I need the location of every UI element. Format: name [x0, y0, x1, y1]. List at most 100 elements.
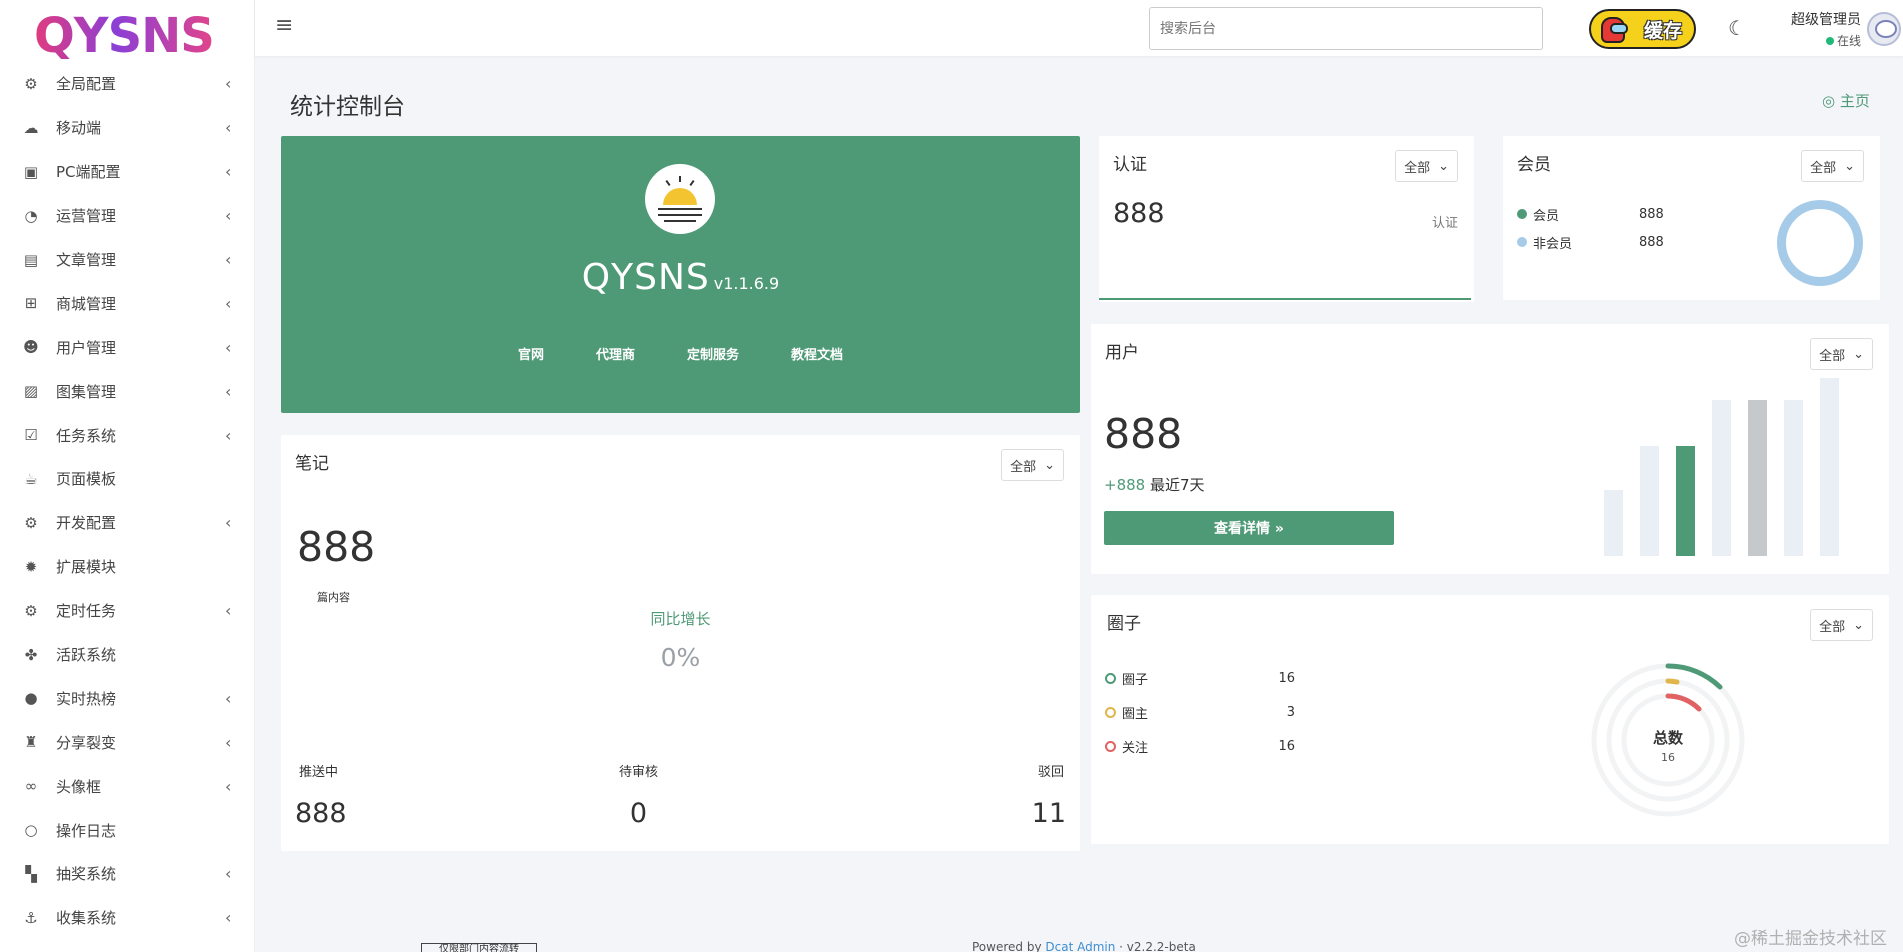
- stat-value: 0: [629, 798, 648, 829]
- search-input[interactable]: [1149, 7, 1543, 50]
- user-menu[interactable]: 超级管理员 在线: [1779, 9, 1861, 49]
- notes-filter[interactable]: 全部 ⌄: [1001, 449, 1064, 481]
- legend-dot-icon: [1517, 209, 1527, 219]
- sidebar-item-label: 头像框: [56, 777, 102, 796]
- gear-icon: ⚙: [24, 74, 38, 93]
- sidebar-item-label: 收集系统: [56, 909, 117, 928]
- chevron-down-icon: ⌄: [1844, 158, 1855, 174]
- sidebar-item[interactable]: ✹ 扩展模块: [0, 545, 255, 589]
- link-agent[interactable]: 代理商: [596, 344, 635, 363]
- view-details-button[interactable]: 查看详情 »: [1104, 511, 1394, 545]
- user-bar: [1784, 400, 1803, 556]
- legend-label: 关注: [1122, 740, 1149, 756]
- sidebar-item[interactable]: ▤ 文章管理 ‹: [0, 238, 255, 282]
- users-filter[interactable]: 全部 ⌄: [1810, 338, 1873, 370]
- sidebar-item[interactable]: ● 实时热榜 ‹: [0, 676, 255, 720]
- pie-chart-icon: ◔: [24, 206, 38, 225]
- legend-value: 3: [1286, 704, 1295, 720]
- link-custom-service[interactable]: 定制服务: [687, 344, 739, 363]
- sidebar-item[interactable]: ⚙ 开发配置 ‹: [0, 501, 255, 545]
- sidebar-item[interactable]: ▣ PC端配置 ‹: [0, 150, 255, 194]
- sidebar-item-label: 定时任务: [56, 602, 117, 621]
- avatar[interactable]: [1867, 12, 1901, 46]
- online-dot-icon: [1825, 37, 1834, 45]
- sidebar-item[interactable]: ⚙ 定时任务 ‹: [0, 589, 255, 633]
- sidebar-item-label: 操作日志: [56, 821, 117, 840]
- bomb-icon: ●: [24, 689, 38, 708]
- sidebar-item-label: PC端配置: [56, 163, 121, 182]
- users-filter-label: 全部: [1819, 348, 1846, 364]
- chevron-left-icon: ‹: [225, 513, 232, 533]
- chevron-down-icon: ⌄: [1853, 617, 1864, 633]
- sidebar-item-label: 实时热榜: [56, 689, 117, 708]
- chess-board-icon: ▚: [25, 864, 37, 883]
- circles-radial-chart: 总数 16: [1591, 663, 1745, 817]
- chevron-left-icon: ‹: [225, 601, 232, 621]
- gears-icon: ⚙: [24, 601, 38, 620]
- sidebar-item[interactable]: ☻ 用户管理 ‹: [0, 325, 255, 369]
- radial-total-label: 总数: [1653, 729, 1684, 747]
- sidebar-item-label: 扩展模块: [56, 558, 117, 577]
- verification-label: 认证: [1431, 216, 1458, 231]
- home-link[interactable]: ◎ 主页: [1822, 90, 1870, 111]
- users-delta-label: 最近7天: [1149, 476, 1205, 494]
- chevron-left-icon: ‹: [225, 162, 232, 182]
- legend-label: 圈子: [1122, 672, 1149, 688]
- stat-value: 11: [1031, 798, 1066, 829]
- sidebar-item-label: 分享裂变: [56, 733, 117, 752]
- circles-title: 圈子: [1107, 614, 1141, 634]
- dark-mode-icon[interactable]: ☾: [1728, 16, 1746, 40]
- stat-label: 驳回: [1037, 765, 1064, 780]
- circles-filter-label: 全部: [1819, 619, 1846, 635]
- sidebar-item[interactable]: ☁ 移动端 ‹: [0, 106, 255, 150]
- chevron-left-icon: ‹: [225, 864, 232, 884]
- membership-title: 会员: [1517, 155, 1551, 175]
- link-official-site[interactable]: 官网: [518, 344, 544, 363]
- legend-dot-icon: [1517, 237, 1527, 247]
- menu-toggle-icon[interactable]: ≡: [275, 13, 293, 38]
- sidebar-item[interactable]: ○ 操作日志: [0, 808, 255, 852]
- sidebar-item[interactable]: ☕ 页面模板: [0, 457, 255, 501]
- membership-donut: [1777, 200, 1863, 286]
- sidebar-item[interactable]: ▨ 图集管理 ‹: [0, 369, 255, 413]
- verification-filter-label: 全部: [1404, 160, 1431, 176]
- legend-ring-icon: [1105, 740, 1116, 752]
- chevron-left-icon: ‹: [225, 688, 232, 708]
- footer-prefix: Powered by: [972, 940, 1046, 952]
- clear-cache-button[interactable]: 缓存: [1589, 9, 1696, 49]
- sidebar-item[interactable]: ◔ 运营管理 ‹: [0, 194, 255, 238]
- growth-label: 同比增长: [650, 610, 711, 628]
- circles-filter[interactable]: 全部 ⌄: [1810, 609, 1873, 641]
- chevron-left-icon: ‹: [225, 74, 232, 94]
- footer-link[interactable]: Dcat Admin: [1045, 940, 1115, 952]
- logo-text: QYSNS: [34, 8, 215, 64]
- sidebar-item-label: 用户管理: [56, 338, 117, 357]
- sidebar-item[interactable]: ♜ 分享裂变 ‹: [0, 720, 255, 764]
- chevron-down-icon: ⌄: [1853, 346, 1864, 362]
- user-bar: [1640, 446, 1659, 556]
- sitemap-icon: ♜: [24, 733, 38, 752]
- sidebar-item-label: 全局配置: [56, 75, 117, 94]
- footer-suffix: · v2.2.2-beta: [1115, 940, 1196, 952]
- sidebar-item[interactable]: ⊞ 商城管理 ‹: [0, 281, 255, 325]
- sidebar-item[interactable]: ☑ 任务系统 ‹: [0, 413, 255, 457]
- home-link-label: 主页: [1839, 92, 1870, 110]
- wechat-icon: ☁: [23, 118, 39, 137]
- chevron-left-icon: ‹: [225, 250, 232, 269]
- sidebar-item[interactable]: ⚓ 收集系统 ‹: [0, 896, 255, 940]
- gear-solid-icon: ✹: [24, 557, 38, 576]
- verification-filter[interactable]: 全部 ⌄: [1395, 150, 1458, 182]
- sidebar-item[interactable]: ✤ 活跃系统: [0, 633, 255, 677]
- growth-value: 0%: [660, 643, 701, 672]
- membership-filter[interactable]: 全部 ⌄: [1801, 150, 1864, 182]
- stat-label: 待审核: [618, 765, 658, 780]
- sidebar-item[interactable]: ▚ 抽奖系统 ‹: [0, 852, 255, 896]
- users-delta: +888: [1104, 476, 1146, 494]
- circles-card: 圈子 全部 ⌄ 圈子 16 圈主 3 关注 16 总数 16: [1091, 595, 1889, 844]
- legend-ring-icon: [1105, 672, 1116, 684]
- link-tutorial[interactable]: 教程文档: [791, 344, 843, 363]
- users-icon: ☻: [23, 338, 39, 357]
- sidebar-item[interactable]: ∞ 头像框 ‹: [0, 764, 255, 808]
- sidebar-item[interactable]: ⚙ 全局配置 ‹: [0, 62, 255, 106]
- notes-sub: 篇内容: [317, 591, 350, 604]
